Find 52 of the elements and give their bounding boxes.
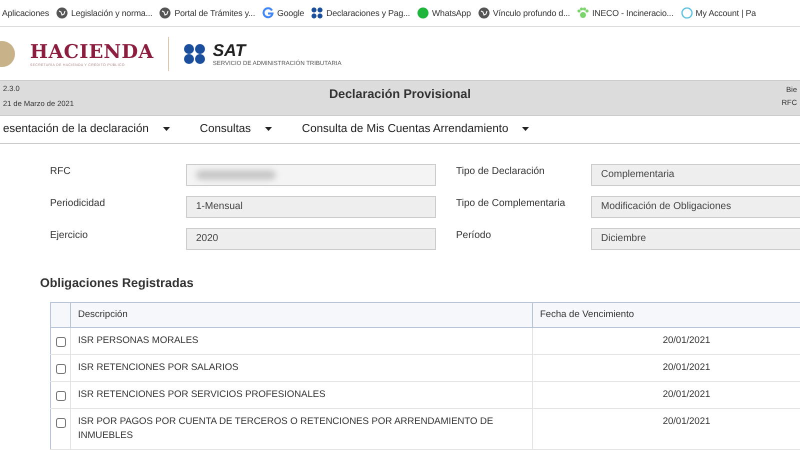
bookmark-link[interactable]: WhatsApp [417, 7, 471, 20]
table-cell: 20/01/2021 [532, 327, 800, 354]
bookmark-link[interactable]: My Account | Pa [680, 7, 756, 20]
bookmark-link[interactable]: Legislación y norma... [56, 7, 152, 20]
table-cell: 20/01/2021 [532, 408, 800, 450]
input-field[interactable]: Diciembre [591, 228, 800, 250]
row-checkbox[interactable] [56, 336, 66, 347]
brand-title: HACIENDA [30, 40, 154, 63]
input-field[interactable] [186, 164, 436, 186]
row-checkbox[interactable] [56, 418, 66, 428]
globe-icon [56, 7, 68, 20]
input-field[interactable]: 2020 [186, 228, 436, 250]
input-field[interactable]: Modificación de Obligaciones [591, 196, 800, 218]
table-cell: ISR RETENCIONES POR SALARIOS [70, 354, 532, 382]
field-label: Tipo de Declaración [456, 164, 546, 179]
section-title: Obligaciones Registradas [40, 276, 195, 290]
bookmark-link[interactable]: Portal de Trámites y... [159, 7, 256, 20]
caret-icon [264, 127, 272, 132]
bookmark-link[interactable]: Vínculo profundo d... [478, 7, 570, 20]
caret-icon [522, 127, 530, 132]
bookmark-link[interactable]: Aplicaciones [2, 8, 50, 18]
bookmark-link[interactable]: Declaraciones y Pag... [311, 7, 410, 20]
row-checkbox[interactable] [56, 364, 66, 374]
menu-item[interactable]: Consultas [200, 123, 272, 136]
chat-icon [417, 7, 430, 20]
menu-item[interactable]: Consulta de Mis Cuentas Arrendamiento [302, 123, 530, 136]
table-cell: ISR RETENCIONES POR SERVICIOS PROFESIONALES [70, 381, 532, 408]
field-label: Ejercicio [50, 228, 89, 243]
table-cell: ISR PERSONAS MORALES [70, 327, 532, 354]
field-label: Período [456, 228, 492, 243]
globe-icon [159, 7, 172, 20]
field-label: RFC [50, 164, 72, 179]
field-label: Periodicidad [50, 196, 106, 211]
caret-icon [162, 127, 170, 132]
globe-icon [478, 7, 490, 20]
row-checkbox[interactable] [56, 390, 66, 401]
table-cell: ISR POR PAGOS POR CUENTA DE TERCEROS O RETENCIONES POR ARRENDAMIENTO DE INMUEBLES [70, 408, 532, 450]
bookmark-link[interactable]: INECO - Incineracio... [577, 7, 674, 20]
page-title: Declaración Provisional [328, 86, 472, 102]
table-cell: 20/01/2021 [532, 381, 800, 408]
paw-icon [577, 7, 590, 20]
column-header: Fecha de Vencimiento [532, 302, 800, 328]
google-icon [262, 7, 274, 20]
field-label: Tipo de Complementaria [456, 196, 566, 211]
table-cell: 20/01/2021 [532, 354, 800, 382]
input-field[interactable]: Complementaria [591, 164, 800, 186]
dots-icon [311, 7, 324, 20]
menu-item[interactable]: esentación de la declaración [3, 123, 170, 136]
input-field[interactable]: 1-Mensual [186, 196, 436, 218]
bookmark-link[interactable]: Google [262, 7, 304, 20]
column-header: Descripción [70, 302, 532, 328]
sat-logo-text: SAT [212, 40, 248, 60]
